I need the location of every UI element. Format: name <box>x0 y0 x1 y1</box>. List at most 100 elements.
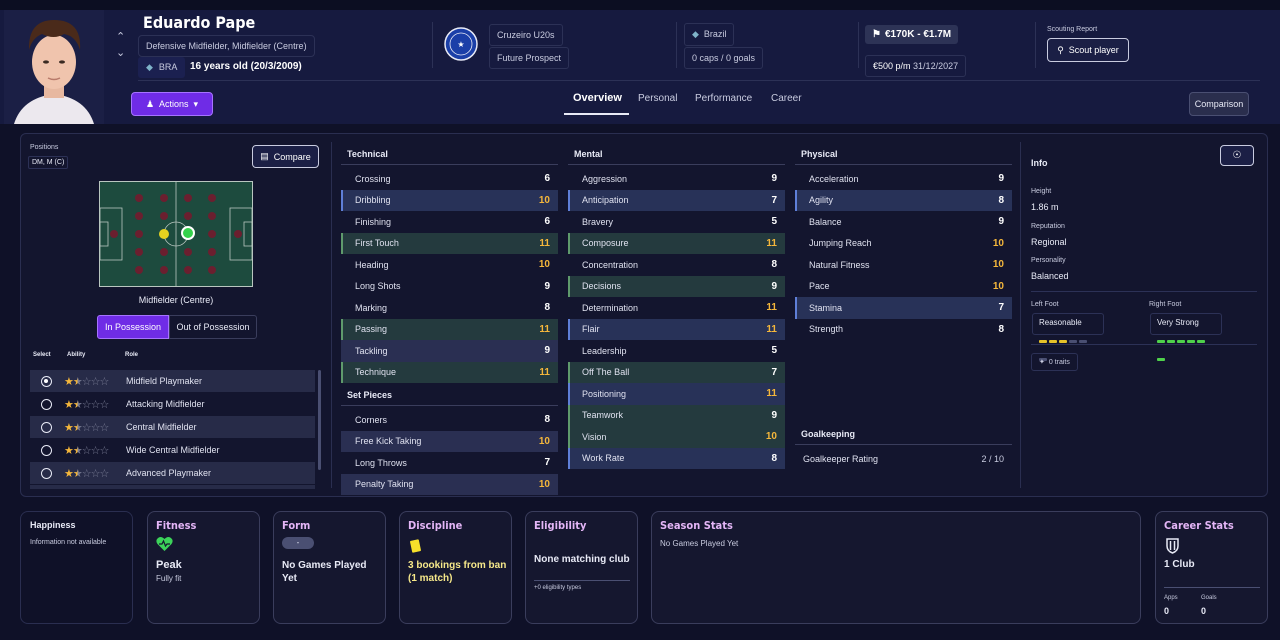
technical-attribute-row[interactable]: First Touch 11 <box>341 232 558 254</box>
technical-attribute-value: 9 <box>544 345 550 357</box>
role-row[interactable]: ★★☆☆☆ Central Midfielder <box>30 416 315 438</box>
position-dot-dm <box>159 229 169 239</box>
mental-attribute-row[interactable]: Bravery 5 <box>568 211 785 233</box>
tab-career[interactable]: Career <box>771 93 802 104</box>
mental-attribute-row[interactable]: Decisions 9 <box>568 275 785 297</box>
comparison-button[interactable]: Comparison <box>1189 92 1249 116</box>
club-name[interactable]: Cruzeiro U20s <box>489 24 563 46</box>
left-foot-label: Left Foot <box>1031 301 1059 308</box>
technical-attribute-row[interactable]: Marking 8 <box>341 297 558 319</box>
set-piece-attribute-row[interactable]: Corners 8 <box>341 409 558 431</box>
physical-attribute-row[interactable]: Pace 10 <box>795 276 1012 298</box>
mental-attribute-value: 5 <box>771 216 777 228</box>
tab-performance[interactable]: Performance <box>695 93 752 104</box>
scout-player-button[interactable]: ⚲ Scout player <box>1047 38 1129 62</box>
role-row[interactable]: ★★☆☆☆ Attacking Midfielder <box>30 393 315 415</box>
nation-badge[interactable]: ◆ Brazil <box>684 23 735 46</box>
right-foot-value: Very Strong <box>1157 318 1199 327</box>
tab-personal[interactable]: Personal <box>638 93 677 104</box>
tab-overview[interactable]: Overview <box>573 92 622 104</box>
role-row[interactable]: ★★☆☆☆ Midfield Playmaker <box>30 370 315 392</box>
mental-attribute-row[interactable]: Vision 10 <box>568 426 785 448</box>
mental-attribute-row[interactable]: Teamwork 9 <box>568 404 785 426</box>
reputation-value: Regional <box>1031 237 1067 247</box>
role-radio[interactable] <box>41 467 52 479</box>
sparkle-icon: ✦ <box>1039 359 1045 366</box>
fitness-detail: Fully fit <box>156 574 182 583</box>
mental-attribute-row[interactable]: Anticipation 7 <box>568 189 785 211</box>
role-radio[interactable] <box>41 398 52 410</box>
fitness-title: Fitness <box>156 519 197 532</box>
discipline-card[interactable]: Discipline 3 bookings from ban (1 match) <box>399 511 512 624</box>
mental-attribute-row[interactable]: Aggression 9 <box>568 168 785 190</box>
technical-attribute-row[interactable]: Technique 11 <box>341 361 558 383</box>
out-of-possession-toggle[interactable]: Out of Possession <box>169 315 257 339</box>
apps-value: 0 <box>1164 606 1170 616</box>
role-row[interactable]: ★★☆☆☆ Advanced Playmaker <box>30 462 315 484</box>
role-ability-stars: ★★☆☆☆ <box>64 421 109 434</box>
info-settings-button[interactable]: ☉ <box>1220 145 1254 166</box>
physical-attribute-row[interactable]: Natural Fitness 10 <box>795 254 1012 276</box>
mental-attribute-name: Flair <box>582 324 600 335</box>
compare-button[interactable]: ▤ Compare <box>252 145 319 168</box>
physical-attribute-row[interactable]: Acceleration 9 <box>795 168 1012 190</box>
chevron-down-icon: ▾ <box>193 98 199 109</box>
next-player-icon[interactable]: ⌄ <box>116 46 125 59</box>
mental-attribute-row[interactable]: Work Rate 8 <box>568 447 785 469</box>
set-piece-attribute-row[interactable]: Free Kick Taking 10 <box>341 430 558 452</box>
technical-attribute-row[interactable]: Crossing 6 <box>341 168 558 190</box>
role-radio[interactable] <box>41 375 52 387</box>
mental-attribute-name: Decisions <box>582 281 622 292</box>
mental-attribute-row[interactable]: Concentration 8 <box>568 254 785 276</box>
mental-attribute-row[interactable]: Flair 11 <box>568 318 785 340</box>
traits-badge[interactable]: ✦ 0 traits <box>1031 353 1078 371</box>
fitness-card[interactable]: Fitness Peak Fully fit <box>147 511 260 624</box>
technical-attribute-row[interactable]: Heading 10 <box>341 254 558 276</box>
career-stats-card[interactable]: Career Stats 1 Club Apps 0 Goals 0 <box>1155 511 1268 624</box>
technical-attribute-row[interactable]: Tackling 9 <box>341 340 558 362</box>
pitch-caption: Midfielder (Centre) <box>138 295 214 305</box>
role-name: Midfield Playmaker <box>126 376 203 386</box>
caps-goals: 0 caps / 0 goals <box>684 47 764 69</box>
mental-attribute-row[interactable]: Determination 11 <box>568 297 785 319</box>
eligibility-divider <box>534 580 630 581</box>
set-piece-attribute-row[interactable]: Long Throws 7 <box>341 452 558 474</box>
roles-header-select: Select <box>33 352 51 358</box>
technical-attribute-row[interactable]: Finishing 6 <box>341 211 558 233</box>
mental-attribute-value: 11 <box>766 388 777 400</box>
season-stats-card[interactable]: Season Stats No Games Played Yet <box>651 511 1141 624</box>
mental-attribute-name: Determination <box>582 302 639 313</box>
technical-attribute-name: Passing <box>355 324 388 335</box>
technical-attribute-name: Heading <box>355 259 389 270</box>
actions-button[interactable]: ♟ Actions ▾ <box>131 92 213 116</box>
role-row[interactable]: ★★☆☆☆ Wide Central Midfielder <box>30 439 315 461</box>
mental-title: Mental <box>568 143 785 165</box>
mental-attribute-row[interactable]: Leadership 5 <box>568 340 785 362</box>
mental-attribute-value: 11 <box>766 302 777 314</box>
mental-attribute-row[interactable]: Composure 11 <box>568 232 785 254</box>
position-dot <box>135 230 143 238</box>
role-ability-stars: ★★☆☆☆ <box>64 444 109 457</box>
in-possession-toggle[interactable]: In Possession <box>97 315 169 339</box>
role-radio[interactable] <box>41 421 52 433</box>
set-piece-attribute-row[interactable]: Penalty Taking 10 <box>341 473 558 495</box>
physical-attribute-row[interactable]: Strength 8 <box>795 319 1012 341</box>
technical-attribute-row[interactable]: Passing 11 <box>341 318 558 340</box>
mental-attribute-row[interactable]: Positioning 11 <box>568 383 785 405</box>
physical-attribute-row[interactable]: Stamina 7 <box>795 297 1012 319</box>
physical-attribute-row[interactable]: Balance 9 <box>795 211 1012 233</box>
apps-label: Apps <box>1164 595 1178 601</box>
role-radio[interactable] <box>41 444 52 456</box>
technical-attribute-row[interactable]: Dribbling 10 <box>341 189 558 211</box>
physical-attribute-row[interactable]: Agility 8 <box>795 189 1012 211</box>
roles-scrollbar[interactable] <box>318 370 321 470</box>
yellow-card-icon <box>409 539 422 553</box>
mental-attribute-name: Composure <box>582 238 629 249</box>
eligibility-card[interactable]: Eligibility None matching club +0 eligib… <box>525 511 638 624</box>
form-card[interactable]: Form - No Games Played Yet <box>273 511 386 624</box>
mental-attribute-row[interactable]: Off The Ball 7 <box>568 361 785 383</box>
previous-player-icon[interactable]: ⌃ <box>116 30 125 43</box>
technical-attribute-value: 9 <box>544 280 550 292</box>
technical-attribute-row[interactable]: Long Shots 9 <box>341 276 558 298</box>
physical-attribute-row[interactable]: Jumping Reach 10 <box>795 233 1012 255</box>
